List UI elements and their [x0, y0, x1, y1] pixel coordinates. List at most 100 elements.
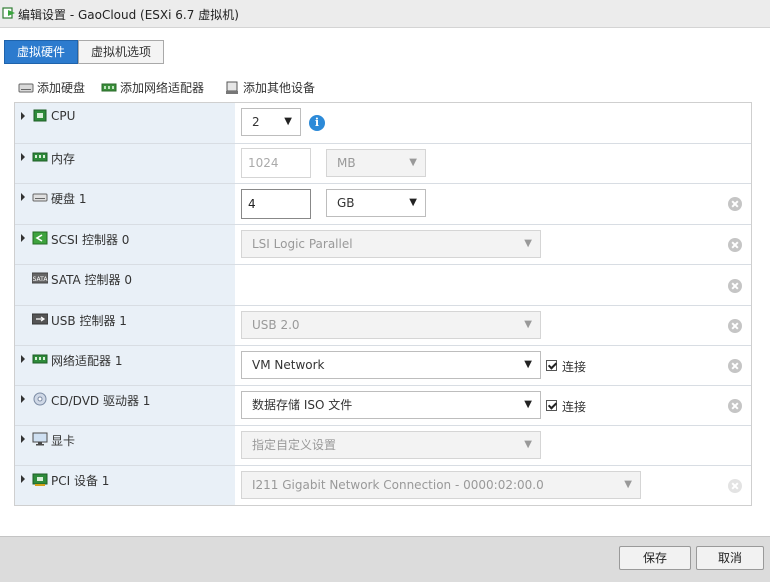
usb-type-value: USB 2.0	[252, 318, 300, 332]
memory-unit-value: MB	[337, 156, 356, 170]
table-row-cd-dvd: CD/DVD 驱动器 1 数据存储 ISO 文件 ▼ 连接	[15, 386, 751, 426]
table-row-usb: USB 控制器 1 USB 2.0 ▼	[15, 306, 751, 346]
cd-dvd-connect-checkbox[interactable]	[546, 400, 557, 411]
add-other-device-button[interactable]: 添加其他设备	[224, 78, 320, 98]
disk-icon	[32, 193, 48, 202]
scsi-controller-icon	[32, 231, 48, 245]
svg-text:SATA: SATA	[33, 276, 48, 283]
expand-cpu-toggle[interactable]	[21, 112, 25, 120]
pci-device-value: I211 Gigabit Network Connection - 0000:0…	[252, 478, 544, 492]
chevron-down-icon: ▼	[524, 319, 532, 330]
network-connect-label: 连接	[562, 360, 587, 374]
memory-unit-select[interactable]: MB ▼	[326, 149, 426, 177]
cd-dvd-name: CD/DVD 驱动器 1	[51, 394, 151, 408]
memory-name: 内存	[51, 152, 76, 166]
chevron-down-icon: ▼	[524, 238, 532, 249]
expand-video-card-toggle[interactable]	[21, 435, 25, 443]
cd-dvd-media-select[interactable]: 数据存储 ISO 文件 ▼	[241, 391, 541, 419]
usb-label-cell: USB 控制器 1	[15, 306, 235, 345]
vm-edit-icon	[2, 7, 15, 19]
cpu-name: CPU	[51, 109, 76, 123]
memory-icon	[32, 152, 48, 162]
network-select[interactable]: VM Network ▼	[241, 351, 541, 379]
cd-dvd-media-value: 数据存储 ISO 文件	[252, 398, 353, 412]
disk-unit-value: GB	[337, 196, 355, 210]
table-row-cpu: CPU 2 ▼ i	[15, 103, 751, 144]
cpu-count-select[interactable]: 2 ▼	[241, 108, 301, 136]
scsi-type-select[interactable]: LSI Logic Parallel ▼	[241, 230, 541, 258]
usb-icon	[32, 313, 48, 325]
scsi-name: SCSI 控制器 0	[51, 233, 130, 247]
expand-cd-dvd-toggle[interactable]	[21, 395, 25, 403]
remove-network-adapter-button[interactable]	[728, 359, 742, 373]
pci-device-name: PCI 设备 1	[51, 474, 110, 488]
pci-device-select[interactable]: I211 Gigabit Network Connection - 0000:0…	[241, 471, 641, 499]
table-row-video-card: 显卡 指定自定义设置 ▼	[15, 426, 751, 466]
scsi-type-value: LSI Logic Parallel	[252, 237, 353, 251]
sata-label-cell: SATA SATA 控制器 0	[15, 265, 235, 305]
expand-network-adapter-toggle[interactable]	[21, 355, 25, 363]
disk-label-cell: 硬盘 1	[15, 184, 235, 224]
network-card-icon	[101, 83, 117, 92]
network-adapter-name: 网络适配器 1	[51, 354, 123, 368]
other-device-icon	[226, 81, 238, 94]
memory-size-input[interactable]: 1024	[241, 148, 311, 178]
hard-disk-icon	[18, 83, 34, 93]
sata-name: SATA 控制器 0	[51, 273, 132, 287]
table-row-memory: 内存 1024 MB ▼	[15, 144, 751, 184]
remove-scsi-button[interactable]	[728, 238, 742, 252]
cancel-button[interactable]: 取消	[696, 546, 764, 570]
disk-size-input[interactable]: 4	[241, 189, 311, 219]
network-connect-checkbox[interactable]	[546, 360, 557, 371]
table-row-pci-device: PCI 设备 1 I211 Gigabit Network Connection…	[15, 466, 751, 506]
info-icon[interactable]: i	[309, 115, 325, 131]
expand-memory-toggle[interactable]	[21, 153, 25, 161]
add-network-adapter-button[interactable]: 添加网络适配器	[101, 78, 211, 98]
tab-virtual-hardware[interactable]: 虚拟硬件	[4, 40, 78, 64]
tab-vm-options[interactable]: 虚拟机选项	[78, 40, 164, 64]
expand-pci-device-toggle[interactable]	[21, 475, 25, 483]
remove-pci-device-button[interactable]	[728, 479, 742, 493]
network-adapter-icon	[32, 354, 48, 364]
remove-usb-button[interactable]	[728, 319, 742, 333]
network-adapter-label-cell: 网络适配器 1	[15, 346, 235, 385]
sata-controller-icon: SATA	[32, 272, 48, 284]
cpu-count-value: 2	[252, 115, 260, 129]
network-value: VM Network	[252, 358, 325, 372]
dialog-footer: 保存 取消	[0, 536, 770, 582]
video-settings-value: 指定自定义设置	[252, 438, 337, 452]
add-other-device-label: 添加其他设备	[243, 81, 316, 95]
remove-sata-button[interactable]	[728, 279, 742, 293]
add-network-adapter-label: 添加网络适配器	[120, 81, 205, 95]
chevron-down-icon: ▼	[409, 157, 417, 168]
remove-cd-dvd-button[interactable]	[728, 399, 742, 413]
add-disk-button[interactable]: 添加硬盘	[18, 78, 90, 98]
memory-label-cell: 内存	[15, 144, 235, 183]
expand-scsi-toggle[interactable]	[21, 234, 25, 242]
video-settings-select[interactable]: 指定自定义设置 ▼	[241, 431, 541, 459]
chevron-down-icon: ▼	[409, 197, 417, 208]
disk-name: 硬盘 1	[51, 192, 87, 206]
cpu-label-cell: CPU	[15, 103, 235, 143]
table-row-disk: 硬盘 1 4 GB ▼	[15, 184, 751, 225]
table-row-sata: SATA SATA 控制器 0	[15, 265, 751, 306]
cpu-icon	[33, 109, 47, 122]
chevron-down-icon: ▼	[524, 359, 532, 370]
video-card-name: 显卡	[51, 434, 76, 448]
add-disk-label: 添加硬盘	[37, 81, 86, 95]
chevron-down-icon: ▼	[284, 116, 292, 127]
display-icon	[32, 432, 48, 446]
window-title: 编辑设置 - GaoCloud (ESXi 6.7 虚拟机)	[18, 8, 239, 22]
cd-dvd-icon	[33, 392, 47, 406]
save-button[interactable]: 保存	[619, 546, 691, 570]
chevron-down-icon: ▼	[524, 399, 532, 410]
expand-disk-toggle[interactable]	[21, 193, 25, 201]
table-row-scsi: SCSI 控制器 0 LSI Logic Parallel ▼	[15, 225, 751, 265]
usb-type-select[interactable]: USB 2.0 ▼	[241, 311, 541, 339]
video-card-label-cell: 显卡	[15, 426, 235, 465]
remove-disk-button[interactable]	[728, 197, 742, 211]
chevron-down-icon: ▼	[524, 439, 532, 450]
scsi-label-cell: SCSI 控制器 0	[15, 225, 235, 264]
disk-unit-select[interactable]: GB ▼	[326, 189, 426, 217]
table-row-network-adapter: 网络适配器 1 VM Network ▼ 连接	[15, 346, 751, 386]
